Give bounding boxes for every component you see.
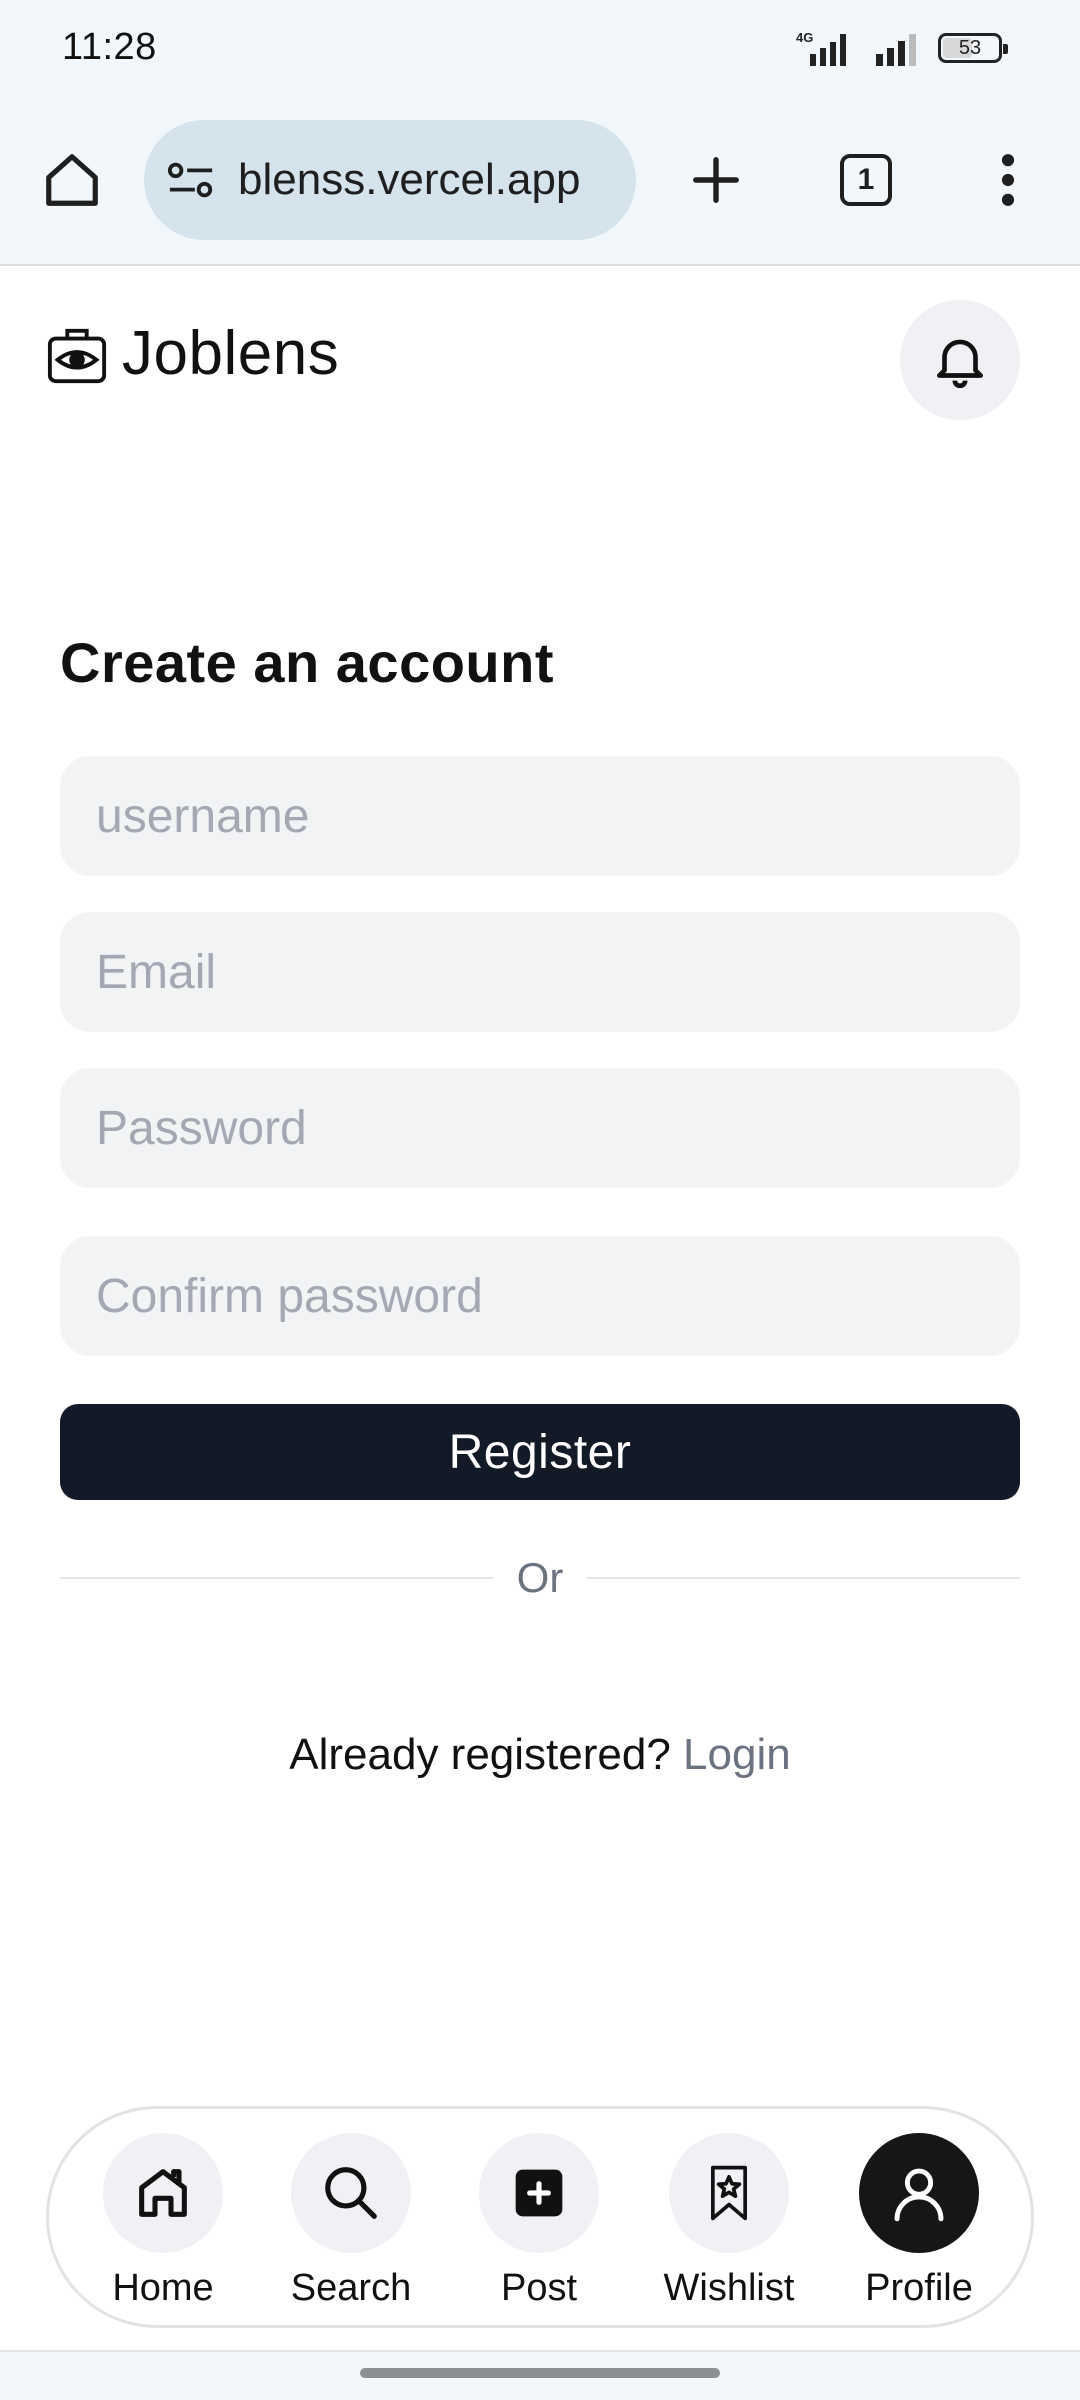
nav-item-home[interactable]: Home bbox=[83, 2133, 243, 2310]
site-settings-icon[interactable] bbox=[166, 158, 216, 202]
nav-wishlist-button[interactable] bbox=[669, 2133, 789, 2253]
form-title: Create an account bbox=[60, 631, 554, 694]
status-bar: 11:28 4G 53 bbox=[0, 0, 1080, 100]
nav-item-post[interactable]: Post bbox=[459, 2133, 619, 2310]
confirm-password-input[interactable] bbox=[60, 1236, 1020, 1356]
new-tab-icon[interactable] bbox=[680, 140, 752, 220]
signal-4g-icon: 4G bbox=[796, 30, 846, 66]
nav-label-profile: Profile bbox=[865, 2267, 973, 2309]
more-menu-icon[interactable] bbox=[972, 140, 1044, 220]
app-header: Joblens bbox=[0, 268, 1080, 448]
browser-home-icon[interactable] bbox=[36, 140, 108, 220]
nav-item-search[interactable]: Search bbox=[271, 2133, 431, 2310]
nav-label-search: Search bbox=[290, 2267, 412, 2309]
bottom-nav: Home Search Post Wishlist Profile bbox=[46, 2106, 1034, 2328]
register-button[interactable]: Register bbox=[60, 1404, 1020, 1500]
nav-home-button[interactable] bbox=[103, 2133, 223, 2253]
login-prompt: Already registered? Login bbox=[0, 1730, 1080, 1780]
home-icon bbox=[139, 2169, 187, 2217]
signal-icon bbox=[876, 34, 916, 66]
tab-switcher-button[interactable]: 1 bbox=[830, 140, 902, 220]
plus-square-icon bbox=[515, 2169, 563, 2217]
email-input[interactable] bbox=[60, 912, 1020, 1032]
divider-line-left bbox=[60, 1577, 493, 1579]
or-divider: Or bbox=[60, 1550, 1020, 1606]
nav-profile-button[interactable] bbox=[859, 2133, 979, 2253]
username-input[interactable] bbox=[60, 756, 1020, 876]
nav-label-post: Post bbox=[500, 2267, 578, 2309]
already-registered-text: Already registered? bbox=[289, 1730, 671, 1779]
url-bar[interactable]: blenss.vercel.app bbox=[144, 120, 636, 240]
brand-logo[interactable]: Joblens bbox=[46, 318, 339, 389]
nav-item-wishlist[interactable]: Wishlist bbox=[649, 2133, 809, 2310]
tab-count: 1 bbox=[857, 163, 875, 196]
url-text[interactable]: blenss.vercel.app bbox=[238, 155, 580, 205]
user-icon bbox=[894, 2168, 944, 2222]
login-link[interactable]: Login bbox=[683, 1730, 791, 1779]
nav-item-profile[interactable]: Profile bbox=[839, 2133, 999, 2310]
home-indicator[interactable] bbox=[360, 2368, 720, 2378]
tab-count-icon[interactable]: 1 bbox=[840, 154, 892, 206]
bookmark-star-icon bbox=[711, 2165, 747, 2221]
password-input[interactable] bbox=[60, 1068, 1020, 1188]
divider-text: Or bbox=[516, 1554, 564, 1601]
browser-toolbar: blenss.vercel.app 1 bbox=[0, 100, 1080, 266]
battery-level: 53 bbox=[958, 36, 982, 59]
app-title: Joblens bbox=[122, 319, 340, 388]
nav-label-home: Home bbox=[112, 2267, 214, 2309]
search-icon bbox=[325, 2167, 377, 2219]
battery-icon: 53 bbox=[938, 33, 1008, 63]
bell-icon bbox=[937, 339, 983, 389]
divider-line-right bbox=[587, 1577, 1020, 1579]
nav-post-button[interactable] bbox=[479, 2133, 599, 2253]
notifications-button[interactable] bbox=[900, 300, 1020, 420]
svg-text:4G: 4G bbox=[796, 30, 813, 45]
nav-search-button[interactable] bbox=[291, 2133, 411, 2253]
status-icons: 4G 53 bbox=[794, 28, 1008, 68]
status-time: 11:28 bbox=[62, 26, 157, 68]
nav-label-wishlist: Wishlist bbox=[663, 2267, 795, 2309]
briefcase-eye-icon bbox=[47, 328, 107, 383]
